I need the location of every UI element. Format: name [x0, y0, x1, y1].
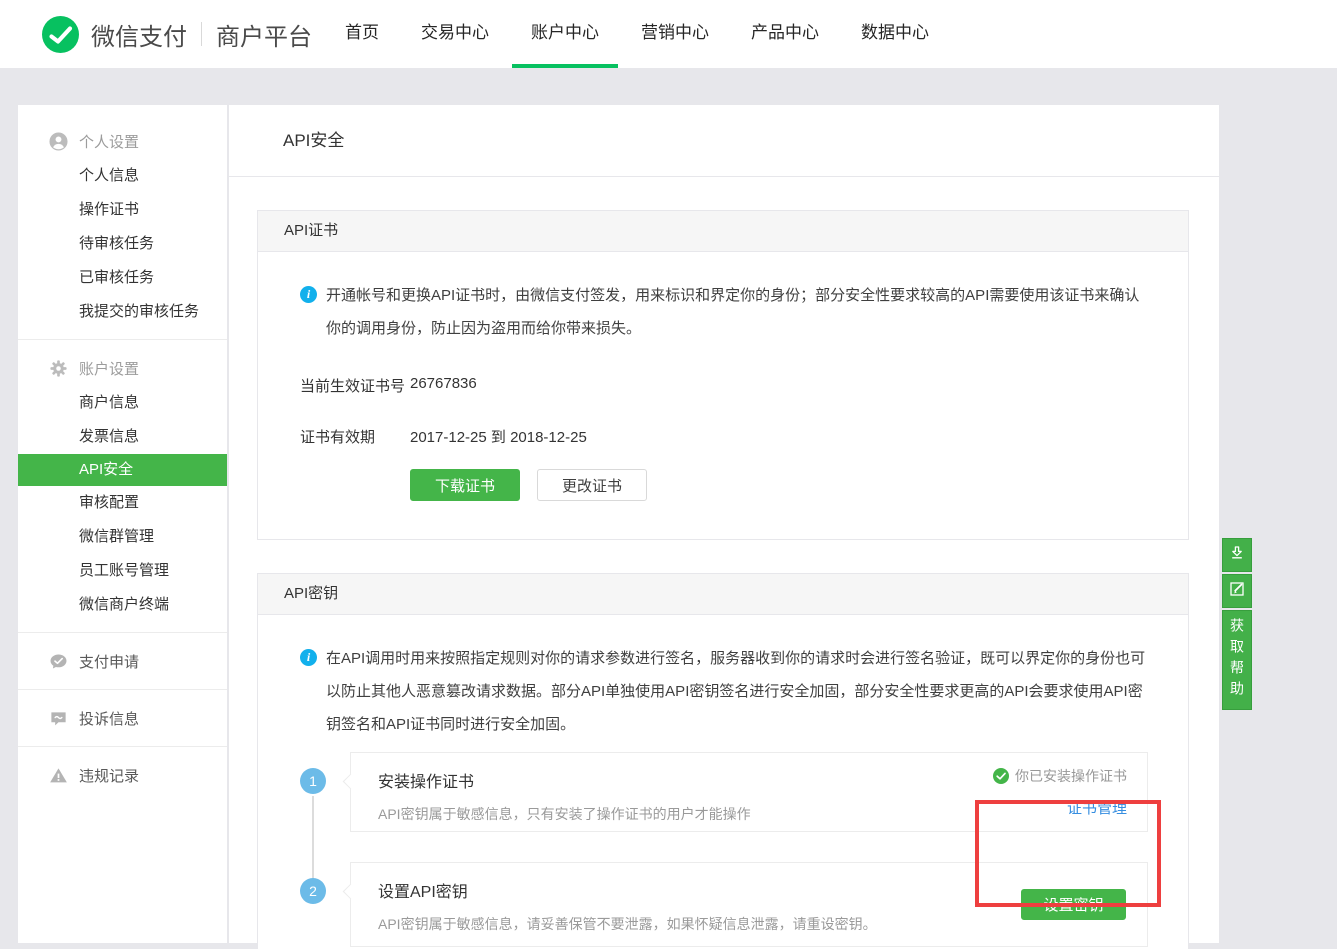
product-name: 商户平台	[216, 17, 312, 52]
cert-number-row: 当前生效证书号 26767836	[300, 375, 1148, 396]
sidebar-item-wechat-merchant-terminal[interactable]: 微信商户终端	[18, 588, 227, 622]
cert-management-link[interactable]: 证书管理	[1067, 797, 1127, 818]
sidebar-item-personal-info[interactable]: 个人信息	[18, 159, 227, 193]
sidebar-section-label: 个人设置	[79, 131, 139, 152]
chat-icon	[49, 709, 68, 728]
floating-toolbar: 获取帮助	[1222, 538, 1252, 712]
nav-item-products[interactable]: 产品中心	[732, 0, 838, 68]
step-2-badge: 2	[300, 878, 326, 904]
float-get-help-button[interactable]: 获取帮助	[1222, 610, 1252, 710]
sidebar-item-reviewed[interactable]: 已审核任务	[18, 261, 227, 295]
sidebar-section-label: 违规记录	[79, 765, 139, 786]
sidebar-item-review-config[interactable]: 审核配置	[18, 486, 227, 520]
logo-divider	[201, 22, 202, 46]
sidebar-section-payment-application[interactable]: 支付申请	[18, 643, 227, 679]
sidebar-item-operation-cert[interactable]: 操作证书	[18, 193, 227, 227]
sidebar-item-api-security[interactable]: API安全	[18, 454, 227, 486]
person-icon	[49, 132, 68, 151]
nav-item-home[interactable]: 首页	[326, 0, 398, 68]
sidebar-section-complaint-info[interactable]: 投诉信息	[18, 700, 227, 736]
cert-validity-value: 2017-12-25 到 2018-12-25	[410, 426, 587, 447]
api-key-steps: 1 安装操作证书 API密钥属于敏感信息，只有安装了操作证书的用户才能操作	[300, 752, 1148, 947]
page-title: API安全	[229, 105, 1219, 177]
sidebar-divider	[18, 632, 227, 633]
step-set-api-key: 2 设置API密钥 API密钥属于敏感信息，请妥善保管不要泄露，如果怀疑信息泄露…	[300, 862, 1148, 947]
sidebar-item-pending-review[interactable]: 待审核任务	[18, 227, 227, 261]
brand-name: 微信支付	[91, 17, 187, 52]
nav-item-data-center[interactable]: 数据中心	[842, 0, 948, 68]
step-1-badge: 1	[300, 768, 326, 794]
gear-icon	[49, 359, 68, 378]
info-icon: i	[300, 649, 317, 666]
set-key-button[interactable]: 设置密钥	[1021, 889, 1126, 920]
main-nav: 首页 交易中心 账户中心 营销中心 产品中心 数据中心	[326, 0, 948, 68]
sidebar-divider	[18, 746, 227, 747]
sidebar-item-staff-account-mgmt[interactable]: 员工账号管理	[18, 554, 227, 588]
sidebar-item-merchant-info[interactable]: 商户信息	[18, 386, 227, 420]
top-header: 微信支付 商户平台 首页 交易中心 账户中心 营销中心 产品中心 数据中心	[0, 0, 1337, 68]
cert-installed-text: 你已安装操作证书	[1015, 766, 1127, 786]
sidebar-item-wechat-group-mgmt[interactable]: 微信群管理	[18, 520, 227, 554]
sidebar-item-my-submitted-reviews[interactable]: 我提交的审核任务	[18, 295, 227, 329]
key-info-row: i 在API调用时用来按照指定规则对你的请求参数进行签名，服务器收到你的请求时会…	[300, 642, 1148, 741]
wechat-pay-merchant-platform: 微信支付 商户平台 首页 交易中心 账户中心 营销中心 产品中心 数据中心 个人…	[0, 0, 1337, 949]
api-key-panel: API密钥 i 在API调用时用来按照指定规则对你的请求参数进行签名，服务器收到…	[257, 573, 1189, 949]
info-icon: i	[300, 286, 317, 303]
step-1-right: 你已安装操作证书 证书管理	[993, 766, 1127, 818]
cert-validity-row: 证书有效期 2017-12-25 到 2018-12-25	[300, 426, 1148, 447]
download-icon	[1228, 544, 1246, 567]
sidebar-section-label: 账户设置	[79, 358, 139, 379]
api-certificate-panel-title: API证书	[258, 211, 1188, 252]
change-cert-button[interactable]: 更改证书	[537, 469, 647, 501]
api-certificate-panel-body: i 开通帐号和更换API证书时，由微信支付签发，用来标识和界定你的身份；部分安全…	[258, 252, 1188, 539]
step-2-box: 设置API密钥 API密钥属于敏感信息，请妥善保管不要泄露，如果怀疑信息泄露，请…	[350, 862, 1148, 947]
sidebar-divider	[18, 339, 227, 340]
edit-icon	[1228, 580, 1246, 603]
sidebar-section-label: 投诉信息	[79, 708, 139, 729]
cert-info-text: 开通帐号和更换API证书时，由微信支付签发，用来标识和界定你的身份；部分安全性要…	[326, 279, 1148, 345]
sidebar-divider	[18, 689, 227, 690]
download-cert-button[interactable]: 下载证书	[410, 469, 520, 501]
nav-item-marketing[interactable]: 营销中心	[622, 0, 728, 68]
sidebar-item-invoice-info[interactable]: 发票信息	[18, 420, 227, 454]
cert-number-value: 26767836	[410, 375, 477, 396]
step-install-cert: 1 安装操作证书 API密钥属于敏感信息，只有安装了操作证书的用户才能操作	[300, 752, 1148, 832]
check-circle-icon	[993, 768, 1009, 784]
nav-item-account-center[interactable]: 账户中心	[512, 0, 618, 68]
api-key-panel-title: API密钥	[258, 574, 1188, 615]
api-certificate-panel: API证书 i 开通帐号和更换API证书时，由微信支付签发，用来标识和界定你的身…	[257, 210, 1189, 540]
warning-icon	[49, 766, 68, 785]
key-info-text: 在API调用时用来按照指定规则对你的请求参数进行签名，服务器收到你的请求时会进行…	[326, 642, 1148, 741]
sidebar-section-personal-settings[interactable]: 个人设置	[18, 123, 227, 159]
cert-buttons-row: 下载证书 更改证书	[410, 469, 1148, 501]
cert-info-row: i 开通帐号和更换API证书时，由微信支付签发，用来标识和界定你的身份；部分安全…	[300, 279, 1148, 345]
wechat-pay-logo-icon	[42, 16, 79, 53]
cert-number-label: 当前生效证书号	[300, 375, 410, 396]
cert-installed-status: 你已安装操作证书	[993, 766, 1127, 786]
chat-check-icon	[49, 652, 68, 671]
sidebar-section-label: 支付申请	[79, 651, 139, 672]
sidebar-section-account-settings[interactable]: 账户设置	[18, 350, 227, 386]
main-content: API安全 API证书 i 开通帐号和更换API证书时，由微信支付签发，用来标识…	[229, 105, 1219, 943]
float-download-button[interactable]	[1222, 538, 1252, 572]
sidebar-section-violation-records[interactable]: 违规记录	[18, 757, 227, 793]
api-key-panel-body: i 在API调用时用来按照指定规则对你的请求参数进行签名，服务器收到你的请求时会…	[258, 615, 1188, 949]
step-1-box: 安装操作证书 API密钥属于敏感信息，只有安装了操作证书的用户才能操作	[350, 752, 1148, 832]
cert-validity-label: 证书有效期	[300, 426, 410, 447]
float-edit-button[interactable]	[1222, 574, 1252, 608]
get-help-label: 获取帮助	[1222, 618, 1252, 702]
sidebar: 个人设置 个人信息 操作证书 待审核任务 已审核任务 我提交的审核任务	[18, 105, 227, 943]
wechat-pay-logo[interactable]: 微信支付 商户平台	[42, 15, 312, 53]
nav-item-transactions[interactable]: 交易中心	[402, 0, 508, 68]
